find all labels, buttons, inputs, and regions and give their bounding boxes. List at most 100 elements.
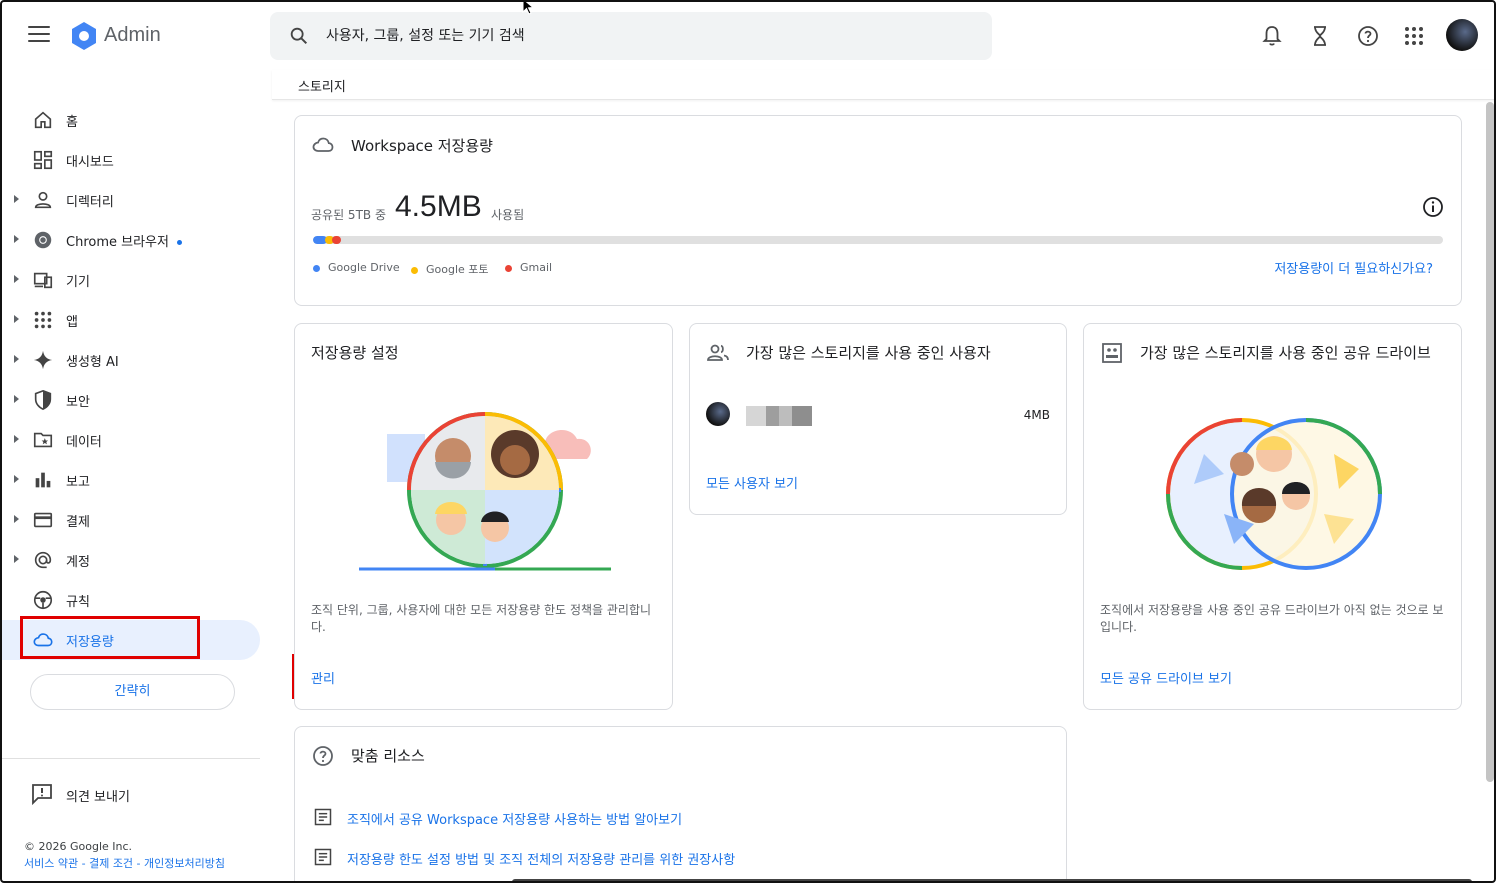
sidebar-item-data[interactable]: 데이터: [2, 420, 260, 460]
search-bar[interactable]: [270, 12, 992, 60]
resource-label: 저장용량 한도 설정 방법 및 조직 전체의 저장용량 관리를 위한 권장사항: [347, 853, 736, 868]
feedback-label: 의견 보내기: [66, 790, 130, 805]
collapse-button[interactable]: 간략히: [30, 674, 235, 710]
cloud-icon: [33, 633, 53, 647]
article-icon: [314, 848, 332, 866]
sidebar-item-security[interactable]: 보안: [2, 380, 260, 420]
app-title[interactable]: Admin: [104, 24, 161, 47]
expand-arrow-icon[interactable]: [14, 475, 19, 483]
legend-dot: [313, 264, 320, 272]
need-more-storage-link[interactable]: 저장용량이 더 필요하신가요?: [1274, 258, 1433, 277]
drives-description: 조직에서 저장용량을 사용 중인 공유 드라이브가 아직 없는 것으로 보입니다…: [1100, 603, 1444, 634]
vertical-scrollbar[interactable]: [1486, 102, 1494, 782]
devices-icon: [33, 272, 53, 289]
sidebar-item-label: 보고: [66, 475, 90, 490]
at-sign-icon: [34, 551, 52, 569]
sidebar-item-chrome-browser[interactable]: Chrome 브라우저: [2, 220, 260, 260]
sidebar-item-generative-ai[interactable]: 생성형 AI: [2, 340, 260, 380]
new-indicator-dot: [176, 240, 182, 245]
mouse-cursor-icon: [522, 2, 535, 15]
shared-drive-icon: [1102, 343, 1122, 363]
tasks-hourglass-icon[interactable]: [1308, 24, 1332, 48]
sidebar-item-directory[interactable]: 디렉터리: [2, 180, 260, 220]
credit-card-icon: [33, 512, 53, 528]
shared-drive-illustration: [1166, 418, 1382, 570]
expand-arrow-icon[interactable]: [14, 275, 19, 283]
sidebar-item-label: 홈: [66, 115, 78, 130]
top-shared-drives-card: 가장 많은 스토리지를 사용 중인 공유 드라이브 조직에서 저장용량을 사용 …: [1083, 323, 1462, 710]
sidebar-item-label: 기기: [66, 275, 90, 290]
sidebar-item-apps[interactable]: 앱: [2, 300, 260, 340]
expand-arrow-icon[interactable]: [14, 315, 19, 323]
sidebar-item-account[interactable]: 계정: [2, 540, 260, 580]
legal-separator: -: [78, 857, 90, 870]
legal-links: 서비스 약관 - 결제 조건 - 개인정보처리방침: [24, 855, 225, 871]
legend-gmail: Gmail: [505, 261, 552, 274]
chrome-icon: [34, 231, 52, 249]
resource-label: 조직에서 공유 Workspace 저장용량 사용하는 방법 알아보기: [347, 813, 683, 828]
terms-link[interactable]: 서비스 약관: [24, 857, 78, 870]
sidebar-item-devices[interactable]: 기기: [2, 260, 260, 300]
manage-link[interactable]: 관리: [311, 668, 335, 687]
expand-arrow-icon[interactable]: [14, 355, 19, 363]
search-icon: [290, 27, 308, 45]
sidebar-item-reports[interactable]: 보고: [2, 460, 260, 500]
view-all-shared-drives-link[interactable]: 모든 공유 드라이브 보기: [1100, 668, 1232, 687]
account-avatar[interactable]: [1446, 19, 1478, 51]
legend-google-photos: Google 포토: [411, 261, 489, 277]
top-bar: Admin: [2, 2, 1494, 70]
main-menu-icon[interactable]: [28, 26, 50, 44]
sidebar-item-dashboard[interactable]: 대시보드: [2, 140, 260, 180]
expand-arrow-icon[interactable]: [14, 435, 19, 443]
admin-window: Admin 스토리지: [0, 0, 1496, 883]
notifications-bell-icon[interactable]: [1260, 24, 1284, 48]
privacy-link[interactable]: 개인정보처리방침: [144, 857, 225, 870]
billing-terms-link[interactable]: 결제 조건: [89, 857, 133, 870]
sidebar-item-billing[interactable]: 결제: [2, 500, 260, 540]
storage-progress-bar: [313, 236, 1443, 244]
sidebar-divider: [2, 758, 260, 759]
sidebar-item-rules[interactable]: 규칙: [2, 580, 260, 620]
user-name-redacted: [746, 406, 812, 426]
usage-amount: 4.5MB: [395, 190, 482, 223]
sidebar-item-storage[interactable]: 저장용량: [2, 620, 260, 660]
sidebar-item-home[interactable]: 홈: [2, 100, 260, 140]
sidebar: 홈 대시보드 디렉터리 Chrome 브라우저 기기 앱 생성형 AI 보안 데…: [2, 100, 270, 881]
legend-label: Google 포토: [426, 263, 489, 276]
admin-logo-icon[interactable]: [68, 20, 100, 52]
resources-title: 맞춤 리소스: [351, 747, 425, 765]
horizontal-scrollbar[interactable]: [512, 879, 1472, 881]
folder-star-icon: [33, 432, 53, 448]
feedback-icon: [32, 784, 52, 806]
sidebar-item-label: 디렉터리: [66, 195, 114, 210]
expand-arrow-icon[interactable]: [14, 195, 19, 203]
dashboard-icon: [33, 150, 53, 170]
top-users-card: 가장 많은 스토리지를 사용 중인 사용자 4MB 모든 사용자 보기: [689, 323, 1067, 515]
breadcrumb-bar: 스토리지: [272, 70, 1494, 100]
search-input[interactable]: [326, 24, 966, 48]
chrome-label-text: Chrome 브라우저: [66, 235, 169, 250]
legend-dot: [505, 264, 512, 272]
custom-resources-card: 맞춤 리소스 조직에서 공유 Workspace 저장용량 사용하는 방법 알아…: [294, 726, 1067, 881]
shield-icon: [34, 389, 52, 411]
info-icon[interactable]: [1421, 195, 1445, 219]
bar-chart-icon: [35, 472, 51, 488]
view-all-users-link[interactable]: 모든 사용자 보기: [706, 473, 798, 492]
expand-arrow-icon[interactable]: [14, 235, 19, 243]
storage-settings-card: 저장용량 설정 조직 단위, 그룹, 사용자에 대한 모든 저장용량 한도 정책…: [294, 323, 673, 710]
progress-segment-2: [332, 236, 341, 244]
expand-arrow-icon[interactable]: [14, 515, 19, 523]
rules-wheel-icon: [33, 590, 53, 610]
person-icon: [34, 191, 52, 209]
apps-grid-icon[interactable]: [1402, 24, 1426, 48]
sidebar-item-label: 데이터: [66, 435, 102, 450]
expand-arrow-icon[interactable]: [14, 395, 19, 403]
expand-arrow-icon[interactable]: [14, 555, 19, 563]
legal-separator: -: [133, 857, 145, 870]
people-icon: [707, 344, 729, 361]
help-icon[interactable]: [1356, 24, 1380, 48]
sidebar-item-label: Chrome 브라우저: [66, 231, 182, 250]
article-icon: [314, 808, 332, 826]
cloud-icon: [312, 137, 334, 152]
home-icon: [34, 111, 52, 129]
